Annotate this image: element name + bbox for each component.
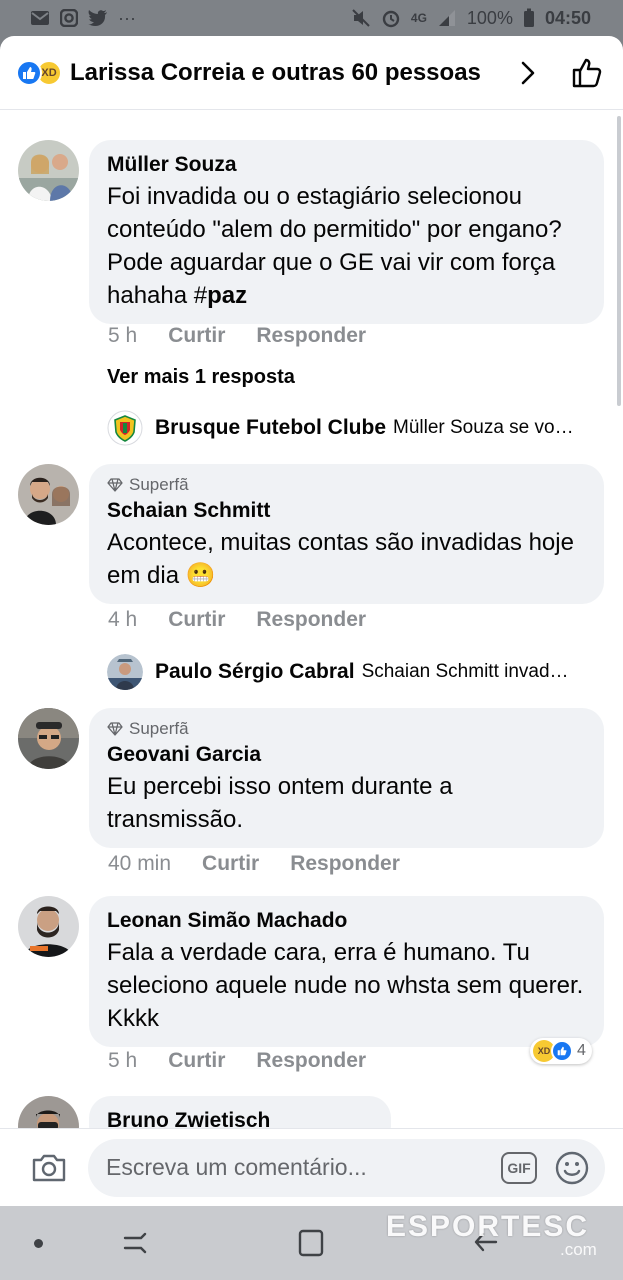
recent-apps-icon[interactable]	[120, 1228, 150, 1263]
comment-time: 4 h	[108, 608, 138, 631]
comment-actions: 40 min Curtir Responder	[108, 852, 431, 876]
like-reaction-icon	[551, 1040, 573, 1062]
comment-author[interactable]: Müller Souza	[107, 150, 586, 180]
reply-snippet: Schaian Schmitt invad…	[361, 661, 569, 682]
avatar[interactable]	[107, 410, 143, 446]
comment-bubble[interactable]: Superfã Schaian Schmitt Acontece, muitas…	[89, 464, 604, 604]
reactions-header[interactable]: XD Larissa Correia e outras 60 pessoas	[0, 36, 623, 110]
twitter-icon	[88, 9, 107, 26]
reaction-number: 4	[577, 1042, 586, 1059]
watermark-domain: .com	[560, 1240, 597, 1259]
reaction-icons: XD	[16, 59, 62, 86]
emoji-icon[interactable]	[555, 1151, 589, 1185]
comment-bubble[interactable]: Superfã Geovani Garcia Eu percebi isso o…	[89, 708, 604, 848]
scrollbar[interactable]	[617, 116, 621, 406]
comment-body: Foi invadida ou o estagiário selecionou …	[107, 183, 562, 309]
diamond-icon	[107, 478, 123, 492]
reply-snippet: Müller Souza se vo…	[393, 417, 574, 438]
comment-composer: Escreva um comentário... GIF	[0, 1128, 623, 1206]
top-fan-badge: Superfã	[129, 719, 189, 738]
clock: 04:50	[544, 7, 591, 28]
avatar[interactable]	[18, 708, 79, 769]
reactions-summary[interactable]: Larissa Correia e outras 60 pessoas	[70, 59, 513, 87]
camera-icon[interactable]	[28, 1147, 70, 1189]
view-more-replies-link[interactable]: Ver mais 1 resposta	[107, 366, 295, 389]
comment-author[interactable]: Leonan Simão Machado	[107, 906, 586, 936]
comment-text: Fala a verdade cara, erra é humano. Tu s…	[107, 939, 584, 1032]
reply-preview[interactable]: Brusque Futebol Clube Müller Souza se vo…	[107, 410, 607, 446]
reply-button[interactable]: Responder	[256, 324, 366, 348]
like-button[interactable]: Curtir	[168, 608, 225, 632]
battery-icon	[523, 8, 534, 27]
status-bar: ··· 4G 100% 04:50	[0, 0, 623, 36]
comment-time: 5 h	[108, 1049, 138, 1072]
avatar[interactable]	[18, 140, 79, 201]
comment-bubble[interactable]: Müller Souza Foi invadida ou o estagiári…	[89, 140, 604, 324]
comment-actions: 5 h Curtir Responder	[108, 324, 397, 348]
system-icons: 4G 100% 04:50	[351, 8, 591, 29]
reply-author[interactable]: Paulo Sérgio Cabral	[155, 660, 355, 684]
chevron-right-icon[interactable]	[513, 58, 543, 88]
reply-author[interactable]: Brusque Futebol Clube	[155, 416, 386, 440]
reply-button[interactable]: Responder	[256, 1049, 366, 1073]
comment-input-placeholder: Escreva um comentário...	[106, 1154, 367, 1180]
notification-icons: ···	[30, 9, 136, 27]
more-notifications: ···	[118, 8, 136, 28]
comment-bubble[interactable]: Leonan Simão Machado Fala a verdade cara…	[89, 896, 604, 1047]
battery-level: 100%	[466, 7, 513, 28]
like-outline-icon[interactable]	[567, 53, 607, 93]
comment-input[interactable]: Escreva um comentário... GIF	[88, 1138, 605, 1197]
comment-text: Eu percebi isso ontem durante a transmis…	[107, 773, 453, 833]
badge-row: Superfã	[107, 474, 586, 496]
mute-icon	[352, 9, 370, 27]
comment-actions: 5 h Curtir Responder	[108, 1049, 397, 1073]
reply-button[interactable]: Responder	[256, 608, 366, 632]
comment-time: 5 h	[108, 324, 138, 347]
reply-button[interactable]: Responder	[290, 852, 400, 876]
avatar[interactable]	[18, 896, 79, 957]
hashtag-link[interactable]: paz	[207, 282, 247, 309]
instagram-icon	[60, 9, 78, 27]
comment-actions: 4 h Curtir Responder	[108, 608, 397, 632]
avatar[interactable]	[18, 464, 79, 525]
network-type: 4G	[410, 11, 427, 25]
like-button[interactable]: Curtir	[168, 324, 225, 348]
reaction-count[interactable]: XD 4	[530, 1038, 592, 1064]
like-reaction-icon	[16, 59, 42, 86]
comment-time: 40 min	[108, 852, 172, 875]
top-fan-badge: Superfã	[129, 475, 189, 494]
home-icon[interactable]	[296, 1228, 326, 1263]
like-button[interactable]: Curtir	[168, 1049, 225, 1073]
diamond-icon	[107, 722, 123, 736]
mail-icon	[31, 11, 49, 25]
alarm-icon	[382, 10, 400, 28]
badge-row: Superfã	[107, 718, 586, 740]
like-button[interactable]: Curtir	[202, 852, 259, 876]
comment-author[interactable]: Schaian Schmitt	[107, 496, 586, 526]
comments-sheet: XD Larissa Correia e outras 60 pessoas M…	[0, 36, 623, 1206]
signal-icon	[438, 10, 455, 26]
comment-text: Acontece, muitas contas são invadidas ho…	[107, 529, 574, 589]
avatar[interactable]	[107, 654, 143, 690]
watermark-brand: ESPORTESC	[386, 1210, 590, 1243]
reply-preview[interactable]: Paulo Sérgio Cabral Schaian Schmitt inva…	[107, 654, 607, 690]
comment-author[interactable]: Geovani Garcia	[107, 740, 586, 770]
comment-text: Foi invadida ou o estagiário selecionou …	[107, 180, 586, 312]
nav-dot-icon	[34, 1239, 43, 1248]
gif-icon[interactable]: GIF	[501, 1151, 537, 1184]
